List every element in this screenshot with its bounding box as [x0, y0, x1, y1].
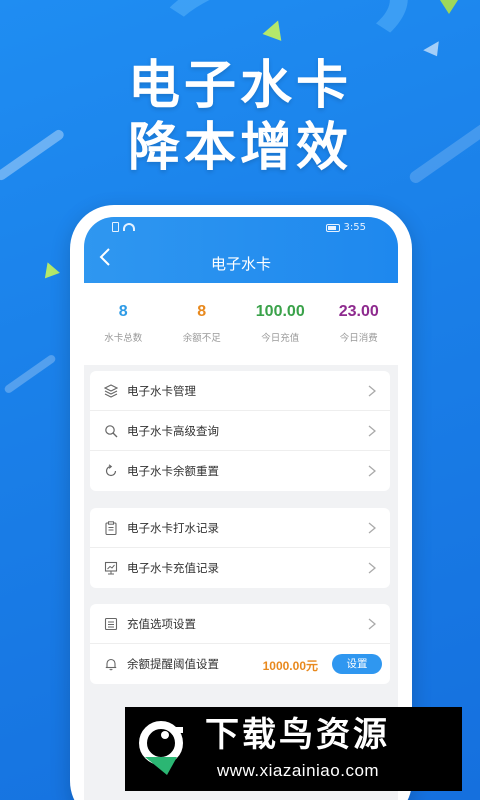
stat-label: 今日充值	[261, 333, 300, 344]
menu-item-label: 余额提醒阈值设置	[127, 657, 219, 671]
stat-today-recharge[interactable]: 100.00 今日充值	[241, 283, 320, 365]
menu-card-settings: 充值选项设置 余额提醒阈值设置 1000.00元 设置	[90, 604, 390, 684]
watermark-banner: 下载鸟资源 www.xiazainiao.com	[125, 707, 462, 791]
confetti-shape	[440, 0, 458, 14]
stats-summary: 8 水卡总数 8 余额不足 100.00 今日充值 23.00 今日消费	[84, 283, 398, 365]
stat-label: 水卡总数	[104, 333, 143, 344]
refresh-icon	[104, 464, 118, 478]
menu-item-label: 电子水卡高级查询	[127, 423, 219, 438]
chevron-right-icon	[368, 385, 378, 397]
page-title: 电子水卡	[210, 255, 271, 273]
layers-icon	[104, 383, 118, 398]
menu-item-balance-reset[interactable]: 电子水卡余额重置	[90, 451, 390, 491]
chevron-right-icon	[368, 522, 378, 534]
bird-logo-icon	[139, 721, 183, 775]
menu-card-management: 电子水卡管理 电子水卡高级查询 电子水卡余额重置	[90, 371, 390, 491]
menu-item-recharge-options[interactable]: 充值选项设置	[90, 604, 390, 644]
menu-item-label: 电子水卡充值记录	[127, 561, 219, 575]
list-settings-icon	[104, 617, 118, 631]
chart-board-icon	[104, 561, 118, 575]
menu-item-water-records[interactable]: 电子水卡打水记录	[90, 508, 390, 548]
confetti-shape	[40, 259, 60, 279]
stat-today-consumption[interactable]: 23.00 今日消费	[320, 283, 399, 365]
menu-item-label: 电子水卡余额重置	[127, 464, 219, 478]
stat-value: 100.00	[255, 303, 305, 320]
menu-item-balance-alert: 余额提醒阈值设置 1000.00元 设置	[90, 644, 390, 684]
clipboard-icon	[104, 520, 118, 535]
menu-item-label: 电子水卡管理	[127, 383, 196, 398]
search-icon	[104, 424, 118, 438]
status-bar: 3:55	[84, 221, 398, 237]
stat-label: 余额不足	[182, 333, 221, 344]
chevron-right-icon	[368, 618, 378, 630]
app-header: 3:55 电子水卡	[84, 217, 398, 283]
menu-item-card-management[interactable]: 电子水卡管理	[90, 371, 390, 411]
chevron-right-icon	[368, 465, 378, 477]
promo-headline-line2: 降本增效	[127, 118, 352, 178]
alert-threshold-value: 1000.00元	[262, 659, 318, 673]
stat-value: 23.00	[338, 303, 379, 320]
menu-item-label: 充值选项设置	[127, 616, 196, 631]
status-time: 3:55	[343, 222, 366, 233]
chevron-right-icon	[368, 425, 378, 437]
stat-value: 8	[197, 303, 207, 320]
set-threshold-button[interactable]: 设置	[332, 654, 382, 674]
watermark-url: www.xiazainiao.com	[217, 761, 380, 780]
battery-icon	[325, 223, 340, 232]
stat-label: 今日消费	[339, 333, 378, 344]
menu-item-recharge-records[interactable]: 电子水卡充值记录	[90, 548, 390, 588]
menu-item-label: 电子水卡打水记录	[127, 520, 219, 535]
chevron-right-icon	[368, 562, 378, 574]
stat-total-cards[interactable]: 8 水卡总数	[84, 283, 163, 365]
stat-value: 8	[118, 303, 128, 320]
wifi-icon	[123, 223, 135, 231]
stat-low-balance[interactable]: 8 余额不足	[163, 283, 242, 365]
menu-item-advanced-search[interactable]: 电子水卡高级查询	[90, 411, 390, 451]
bell-icon	[104, 657, 118, 671]
sim-card-icon	[112, 222, 119, 232]
promo-headline-line1: 电子水卡	[127, 56, 352, 116]
background-streak	[3, 353, 57, 395]
watermark-title: 下载鸟资源	[205, 715, 390, 755]
menu-card-records: 电子水卡打水记录 电子水卡充值记录	[90, 508, 390, 588]
